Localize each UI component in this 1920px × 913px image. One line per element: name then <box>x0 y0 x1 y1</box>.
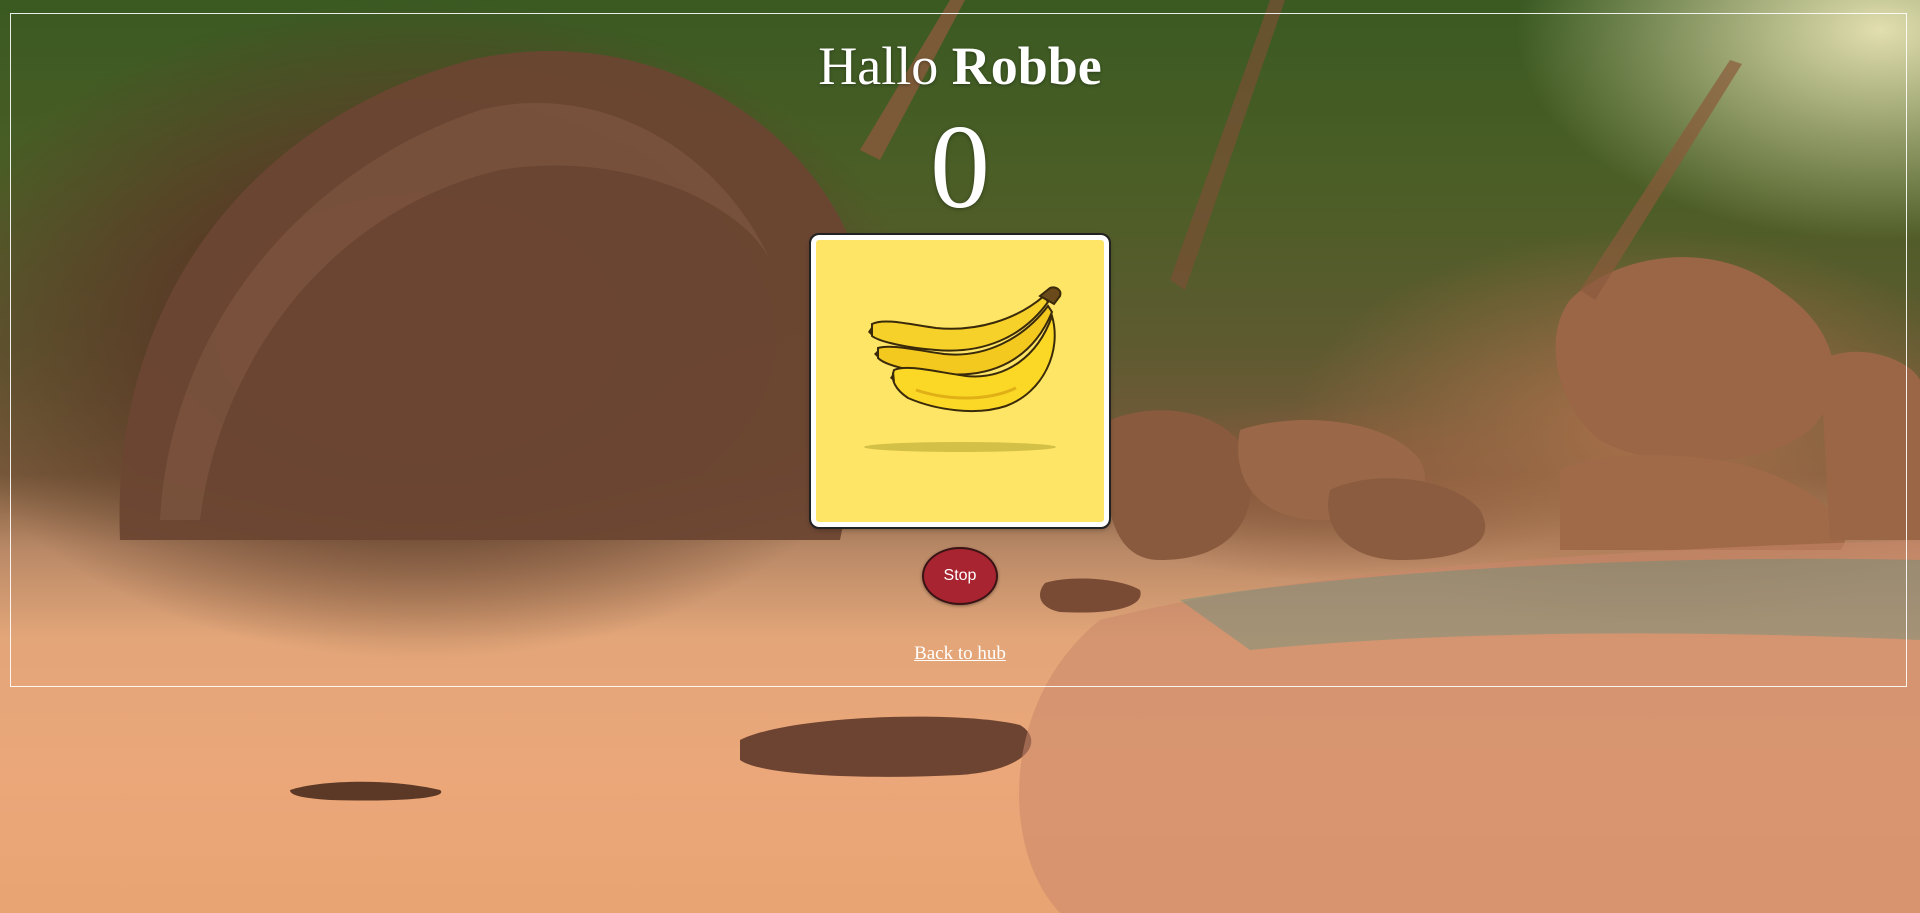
greeting-prefix: Hallo <box>818 36 939 96</box>
game-card[interactable] <box>809 233 1111 529</box>
back-link-container: Back to hub <box>0 643 1920 665</box>
back-to-hub-link[interactable]: Back to hub <box>914 643 1006 664</box>
page: { "header": { "greeting_prefix": "Hallo"… <box>0 0 1920 913</box>
user-name: Robbe <box>951 36 1102 96</box>
banana-icon <box>864 286 1062 452</box>
stop-button[interactable]: Stop <box>922 547 998 605</box>
greeting-heading: Hallo Robbe <box>0 36 1920 96</box>
score-counter: 0 <box>930 100 990 233</box>
